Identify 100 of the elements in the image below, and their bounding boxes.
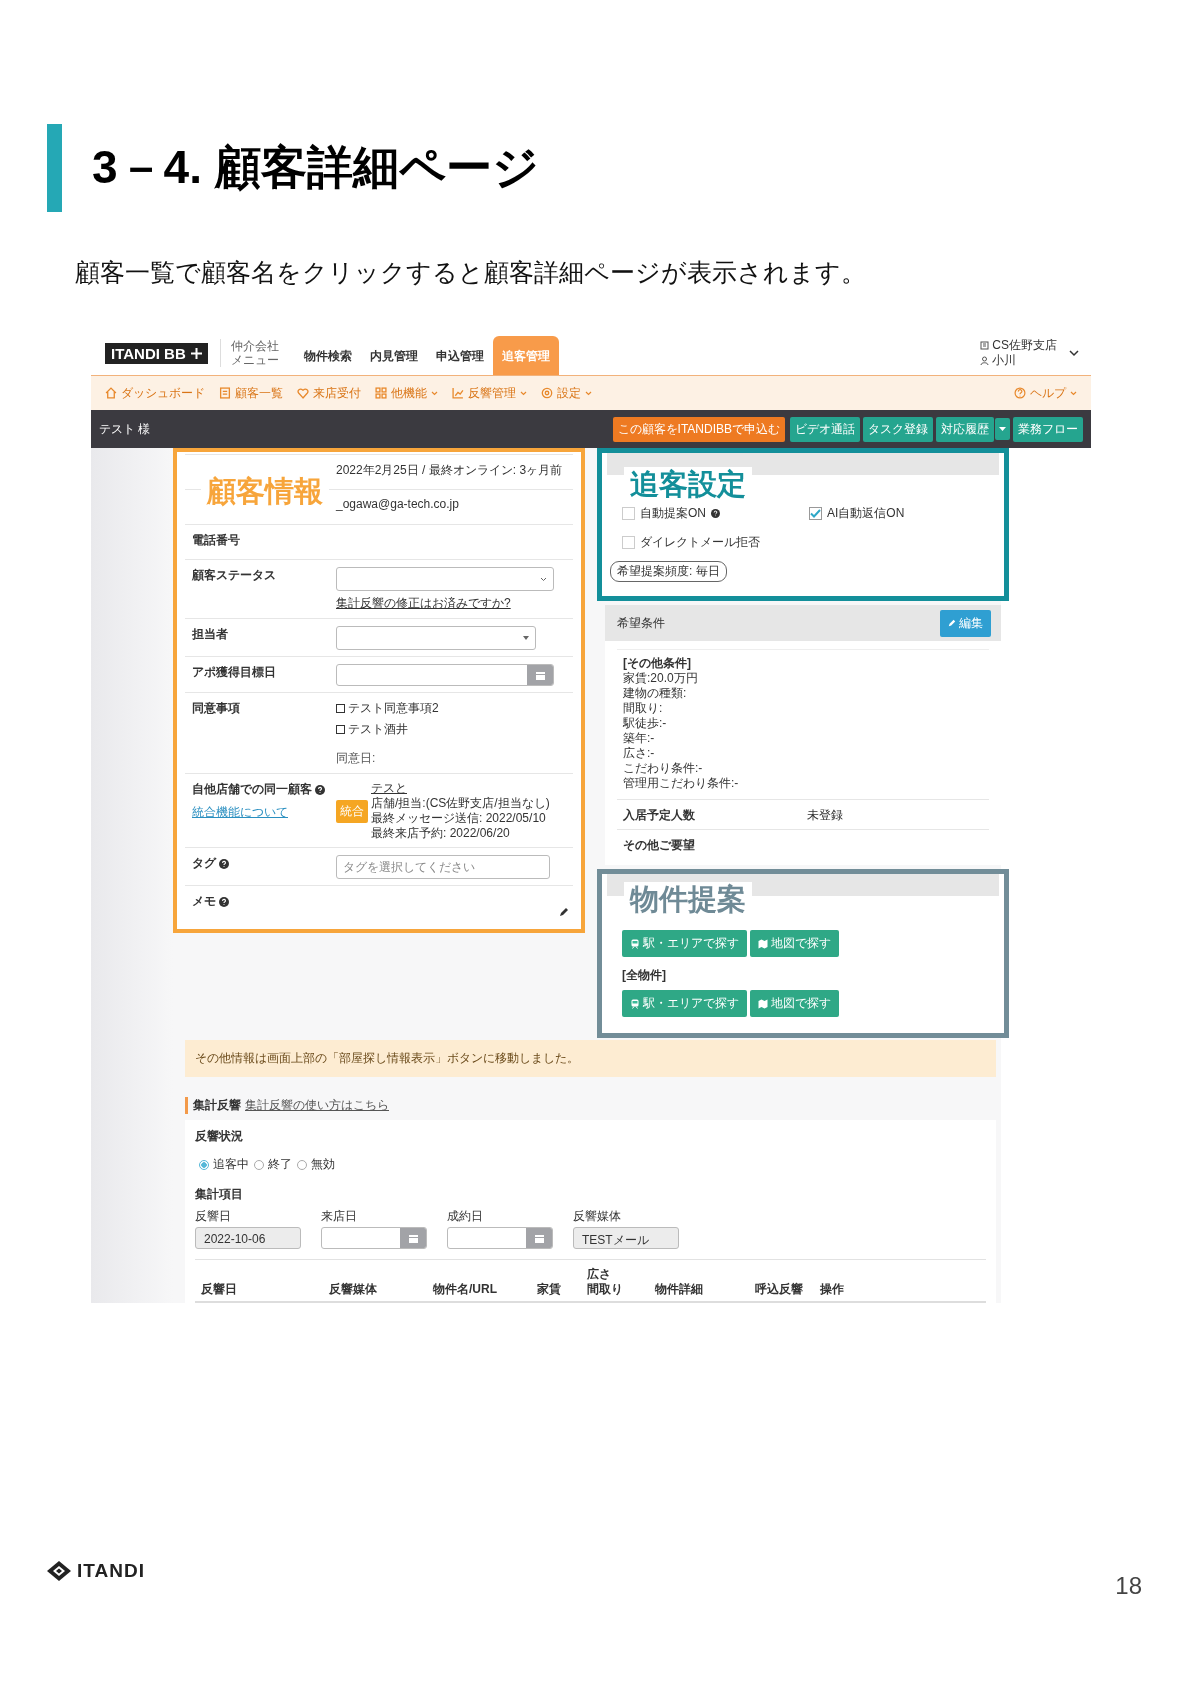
- calendar-icon: [533, 1232, 545, 1244]
- footer-logo: ITANDI: [47, 1560, 145, 1582]
- column-header: 間取り: [587, 1282, 624, 1297]
- grid-icon: [375, 387, 387, 399]
- column-header: 広さ: [587, 1267, 612, 1282]
- main-tab[interactable]: 追客管理: [492, 336, 559, 375]
- action-button[interactable]: タスク登録: [863, 416, 933, 442]
- edit-button[interactable]: 編集: [940, 609, 991, 637]
- heart-icon: [297, 387, 309, 399]
- calendar-button[interactable]: [526, 1228, 552, 1248]
- status-link[interactable]: 集計反響の修正はお済みですか?: [336, 595, 573, 612]
- person-icon: [980, 356, 990, 365]
- readonly-field: 2022-10-06: [195, 1227, 301, 1249]
- tag-input[interactable]: タグを選択してください: [336, 855, 550, 879]
- condition-text: こだわり条件:-: [623, 761, 704, 776]
- checkbox[interactable]: [336, 704, 345, 713]
- action-button[interactable]: 業務フロー: [1013, 416, 1083, 442]
- search-button[interactable]: 地図で探す: [750, 990, 839, 1017]
- merge-badge[interactable]: 統合: [336, 799, 368, 823]
- logo-mark-icon: [47, 1561, 71, 1581]
- nav-link[interactable]: 他機能: [375, 384, 438, 402]
- radio-label: 終了: [268, 1156, 292, 1173]
- radio-button[interactable]: [199, 1159, 209, 1170]
- building-icon: [980, 341, 990, 350]
- condition-text: 駅徒歩:-: [623, 716, 668, 731]
- chart-icon: [452, 387, 464, 399]
- action-button[interactable]: 対応履歴: [936, 416, 994, 442]
- date-field[interactable]: [447, 1227, 553, 1249]
- condition-text: 間取り:: [623, 701, 664, 716]
- field-label: 自他店舗での同一顧客: [192, 781, 312, 798]
- map-icon: [758, 938, 768, 949]
- checkbox[interactable]: [809, 507, 822, 520]
- checkbox-label: ダイレクトメール拒否: [640, 534, 760, 551]
- customer-detail: 最終来店予約: 2022/06/20: [371, 826, 511, 841]
- customer-detail: 最終メッセージ送信: 2022/05/10: [371, 811, 547, 826]
- field-value: 2022年2月25日 / 最終オンライン: 3ヶ月前: [336, 462, 564, 479]
- action-button[interactable]: この顧客をITANDIBBで申込む: [612, 416, 785, 442]
- calendar-icon: [407, 1232, 419, 1244]
- action-button[interactable]: ビデオ通話: [790, 416, 860, 442]
- select-field[interactable]: [336, 567, 554, 591]
- field-label: アポ獲得目標日: [192, 664, 276, 681]
- column-header: 操作: [820, 1282, 845, 1297]
- checkbox[interactable]: [336, 725, 345, 734]
- chevron-down-icon: [1070, 390, 1077, 396]
- nav-link[interactable]: 顧客一覧: [219, 384, 283, 402]
- select-field[interactable]: [336, 626, 536, 650]
- field-label: 入居予定人数: [623, 807, 696, 824]
- field-label: タグ: [192, 855, 216, 872]
- calendar-button[interactable]: [400, 1228, 426, 1248]
- condition-text: 築年:-: [623, 731, 656, 746]
- nav-link[interactable]: 来店受付: [297, 384, 361, 402]
- merge-help-link[interactable]: 統合機能について: [192, 804, 336, 821]
- field-label: 来店日: [321, 1208, 358, 1225]
- overlay-label: 物件提案: [624, 882, 752, 916]
- customer-name: テスト 様: [99, 420, 151, 438]
- help-link[interactable]: ヘルプ: [1014, 384, 1077, 402]
- date-field[interactable]: [321, 1227, 427, 1249]
- help-link[interactable]: 集計反響の使い方はこちら: [245, 1097, 389, 1114]
- store-name: CS佐野支店: [992, 338, 1057, 353]
- field-label: 顧客ステータス: [192, 567, 276, 584]
- page-number: 18: [1115, 1572, 1142, 1600]
- gear-icon: [541, 387, 553, 399]
- calendar-button[interactable]: [527, 665, 553, 685]
- nav-link[interactable]: 反響管理: [452, 384, 527, 402]
- field-label: 電話番号: [192, 532, 240, 549]
- notice-banner: その他情報は画面上部の「部屋探し情報表示」ボタンに移動しました。: [185, 1040, 996, 1077]
- field-label: メモ: [192, 893, 216, 910]
- pencil-icon[interactable]: [559, 907, 569, 917]
- main-tab[interactable]: 物件検索: [294, 336, 361, 375]
- frequency-pill: 希望提案頻度: 毎日: [610, 561, 727, 582]
- nav-link[interactable]: 設定: [541, 384, 592, 402]
- search-button[interactable]: 駅・エリアで探す: [622, 930, 747, 957]
- map-icon: [758, 998, 768, 1009]
- main-tab[interactable]: 申込管理: [426, 336, 493, 375]
- column-header: 呼込反響: [755, 1282, 804, 1297]
- checkbox-label: テスト同意事項2: [348, 700, 439, 717]
- field-label: 反響媒体: [573, 1208, 622, 1225]
- chevron-down-icon: [540, 576, 547, 582]
- user-name: 小川: [992, 353, 1017, 368]
- document-icon: [219, 387, 231, 399]
- group-title: [全物件]: [622, 967, 667, 984]
- company-menu[interactable]: 仲介会社 メニュー: [219, 339, 279, 367]
- field-label: その他ご要望: [623, 837, 696, 854]
- column-header: 反響日: [201, 1282, 238, 1297]
- caret-icon: [523, 636, 529, 640]
- app-logo[interactable]: ITANDI BB: [105, 342, 208, 364]
- dropdown-button[interactable]: [995, 418, 1010, 440]
- main-tab[interactable]: 内見管理: [360, 336, 427, 375]
- customer-link[interactable]: テスと: [371, 781, 550, 796]
- column-header: 反響媒体: [329, 1282, 378, 1297]
- date-field[interactable]: [336, 664, 554, 686]
- radio-label: 無効: [311, 1156, 335, 1173]
- train-icon: [630, 998, 640, 1009]
- search-button[interactable]: 駅・エリアで探す: [622, 990, 747, 1017]
- nav-link[interactable]: ダッシュボード: [105, 384, 205, 402]
- customer-detail: 店舗/担当:(CS佐野支店/担当なし): [371, 796, 550, 811]
- chevron-down-icon[interactable]: [1069, 349, 1079, 357]
- search-button[interactable]: 地図で探す: [750, 930, 839, 957]
- checkbox-label: 自動提案ON: [640, 505, 706, 522]
- pencil-icon: [948, 619, 956, 627]
